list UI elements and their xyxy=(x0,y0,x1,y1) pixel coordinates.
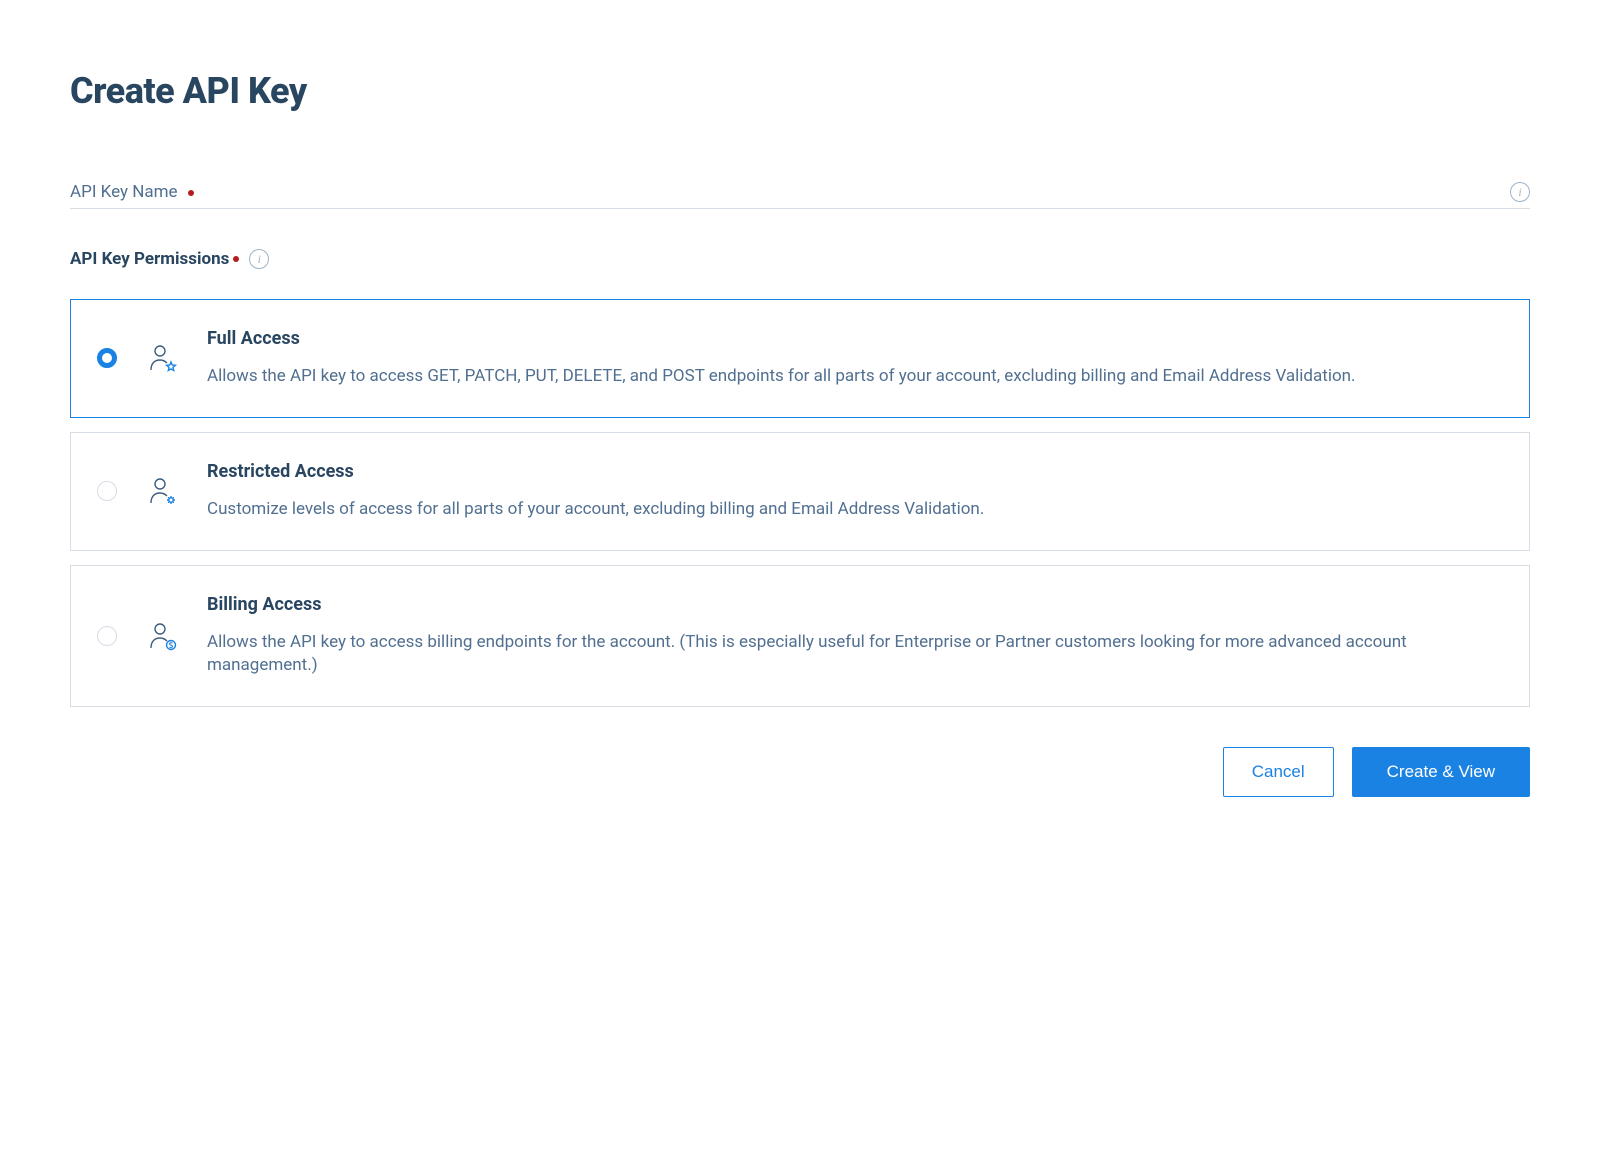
action-bar: Cancel Create & View xyxy=(70,747,1530,797)
api-key-name-label: API Key Name xyxy=(70,182,178,202)
cancel-button[interactable]: Cancel xyxy=(1223,747,1334,797)
option-restricted-access[interactable]: Restricted Access Customize levels of ac… xyxy=(70,432,1530,551)
user-dollar-icon xyxy=(145,619,179,653)
required-indicator-icon xyxy=(188,190,194,196)
option-description: Allows the API key to access billing end… xyxy=(207,631,1503,679)
option-full-access[interactable]: Full Access Allows the API key to access… xyxy=(70,299,1530,418)
radio-icon[interactable] xyxy=(97,348,117,368)
radio-icon[interactable] xyxy=(97,481,117,501)
info-icon[interactable]: i xyxy=(1510,182,1530,202)
option-billing-access[interactable]: Billing Access Allows the API key to acc… xyxy=(70,565,1530,708)
radio-icon[interactable] xyxy=(97,626,117,646)
option-title: Full Access xyxy=(207,328,1503,349)
create-view-button[interactable]: Create & View xyxy=(1352,747,1530,797)
user-star-icon xyxy=(145,341,179,375)
required-indicator-icon xyxy=(233,256,239,262)
info-icon[interactable]: i xyxy=(249,249,269,269)
page-title: Create API Key xyxy=(70,70,1530,112)
user-gear-icon xyxy=(145,474,179,508)
option-description: Customize levels of access for all parts… xyxy=(207,498,1503,522)
option-description: Allows the API key to access GET, PATCH,… xyxy=(207,365,1503,389)
api-key-name-field[interactable]: API Key Name i xyxy=(70,182,1530,209)
option-title: Restricted Access xyxy=(207,461,1503,482)
permission-options: Full Access Allows the API key to access… xyxy=(70,299,1530,707)
option-title: Billing Access xyxy=(207,594,1503,615)
permissions-label: API Key Permissions xyxy=(70,249,229,269)
